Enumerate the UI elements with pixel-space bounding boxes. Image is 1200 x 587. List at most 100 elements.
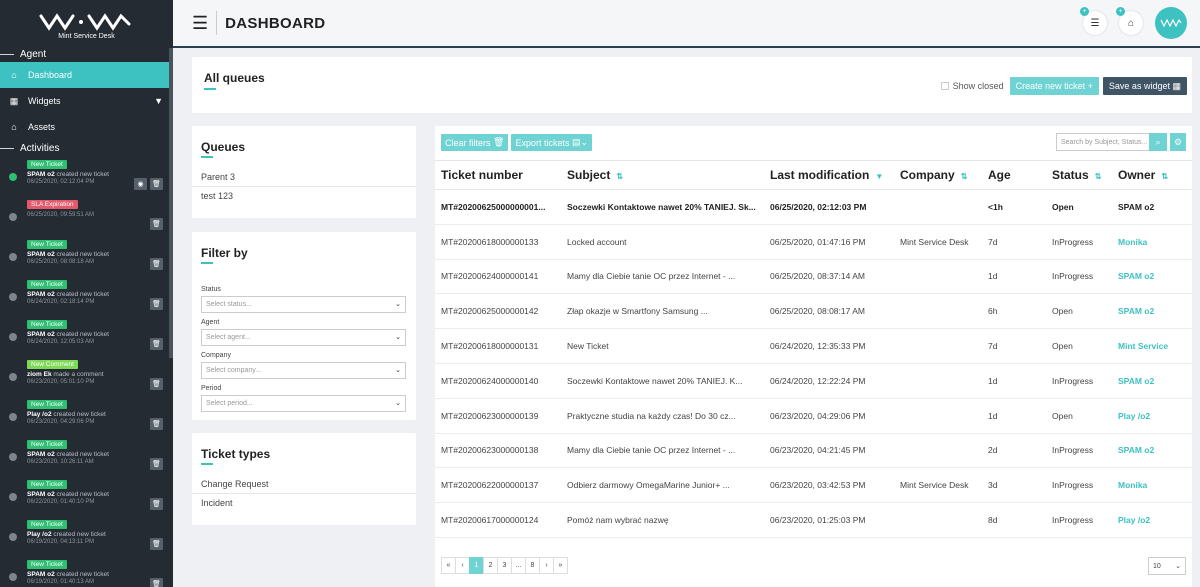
activity-item[interactable]: New Ticket SPAM o2 created new ticket 06/2… [0, 316, 173, 356]
activity-item[interactable]: New Ticket Play /o2 created new ticket 06/… [0, 396, 173, 436]
page-button[interactable]: ... [511, 557, 526, 574]
ticket-number-cell[interactable]: MT#20200625000000001... [435, 189, 561, 225]
table-row[interactable]: MT#20200622000000137 Odbierz darmowy Omeg… [435, 467, 1192, 504]
activity-item[interactable]: New Ticket Play /o2 created new ticket 06/… [0, 516, 173, 556]
trash-icon[interactable]: 🗑 [150, 298, 163, 310]
sidebar-item-assets[interactable]: ⌂ Assets [0, 114, 173, 140]
page-button[interactable]: « [441, 557, 456, 574]
owner-cell[interactable]: Play /o2 [1112, 398, 1192, 434]
col-owner[interactable]: Owner ⇅ [1112, 160, 1192, 190]
trash-icon[interactable]: 🗑 [150, 578, 163, 587]
table-row[interactable]: MT#20200617000000124 Pomóż nam wybrać naz… [435, 502, 1192, 538]
subject-cell[interactable]: Soczewki Kontaktowe nawet 20% TANIEJ. K.… [561, 363, 764, 399]
col-age[interactable]: Age [982, 160, 1046, 190]
subject-cell[interactable]: Pomóż nam wybrać nazwę [561, 502, 764, 538]
owner-cell[interactable]: Play /o2 [1112, 502, 1192, 538]
col-status[interactable]: Status ⇅ [1046, 160, 1112, 190]
page-button[interactable]: › [539, 557, 554, 574]
sidebar-item-widgets[interactable]: ▦ Widgets ▼ [0, 88, 173, 114]
owner-cell[interactable]: SPAM o2 [1112, 363, 1192, 399]
trash-icon[interactable]: 🗑 [150, 338, 163, 350]
col-ticket-number[interactable]: Ticket number [435, 160, 561, 190]
trash-icon[interactable]: 🗑 [150, 538, 163, 550]
subject-cell[interactable]: Praktyczne studia na każdy czas! Do 30 c… [561, 398, 764, 434]
sidebar-item-dashboard[interactable]: ⌂ Dashboard [0, 62, 173, 88]
activity-item[interactable]: New Comment ziom Ek made a comment 06/23/2… [0, 356, 173, 396]
subject-cell[interactable]: Soczewki Kontaktowe nawet 20% TANIEJ. Sk… [561, 189, 764, 225]
ticket-number-cell[interactable]: MT#20200625000000142 [435, 293, 561, 330]
sidebar-scrollbar[interactable] [169, 48, 173, 358]
subject-cell[interactable]: Złap okazje w Smartfony Samsung ... [561, 293, 764, 330]
ticket-number-cell[interactable]: MT#20200618000000131 [435, 328, 561, 364]
ticket-number-cell[interactable]: MT#20200624000000141 [435, 259, 561, 295]
hamburger-menu-icon[interactable]: ☰ [192, 13, 208, 34]
ticket-number-cell[interactable]: MT#20200623000000139 [435, 398, 561, 434]
activity-item[interactable]: New Ticket SPAM o2 created new ticket 06/2… [0, 156, 173, 196]
logo[interactable]: Mint Service Desk [0, 0, 173, 46]
page-size-select[interactable]: 10 ⌄ [1148, 557, 1186, 575]
trash-icon[interactable]: 🗑 [150, 218, 163, 230]
page-button[interactable]: ‹ [455, 557, 470, 574]
ticket-number-cell[interactable]: MT#20200622000000137 [435, 467, 561, 504]
trash-icon[interactable]: 🗑 [150, 378, 163, 390]
col-last-modification[interactable]: Last modification ▼ [764, 160, 894, 190]
owner-cell[interactable]: SPAM o2 [1112, 433, 1192, 469]
show-closed-checkbox[interactable]: Show closed [940, 81, 1004, 91]
create-new-ticket-button[interactable]: Create new ticket + [1009, 77, 1099, 95]
add-asset-button[interactable]: + ⌂ [1116, 7, 1143, 35]
owner-cell[interactable]: Mint Service [1112, 328, 1192, 364]
trash-icon[interactable]: 🗑 [150, 258, 163, 270]
queue-item-test-123[interactable]: test 123 [192, 187, 416, 206]
subject-cell[interactable]: New Ticket [561, 328, 764, 364]
col-company[interactable]: Company ⇅ [894, 160, 982, 190]
trash-icon[interactable]: 🗑 [150, 178, 163, 190]
subject-cell[interactable]: Odbierz darmowy OmegaMarine Junior+ ... [561, 467, 764, 504]
subject-cell[interactable]: Mamy dla Ciebie tanie OC przez Internet … [561, 259, 764, 295]
owner-cell[interactable]: SPAM o2 [1112, 259, 1192, 295]
table-row[interactable]: MT#20200625000000001... Soczewki Kontakto… [435, 189, 1192, 225]
ticket-number-cell[interactable]: MT#20200617000000124 [435, 502, 561, 538]
page-button[interactable]: » [553, 557, 568, 574]
agent-select[interactable]: Select agent... ⌄ [201, 329, 406, 346]
activity-item[interactable]: New Ticket SPAM o2 created new ticket 06/2… [0, 436, 173, 476]
activity-item[interactable]: New Ticket SPAM o2 created new ticket 06/2… [0, 276, 173, 316]
ticket-number-cell[interactable]: MT#20200624000000140 [435, 363, 561, 399]
page-button[interactable]: 1 [469, 557, 484, 574]
owner-cell[interactable]: SPAM o2 [1112, 293, 1192, 330]
owner-cell[interactable]: Monika [1112, 224, 1192, 260]
activity-item[interactable]: New Ticket SPAM o2 created new ticket 06/2… [0, 476, 173, 516]
col-subject[interactable]: Subject ⇅ [561, 160, 764, 190]
table-row[interactable]: MT#20200624000000141 Mamy dla Ciebie tani… [435, 259, 1192, 295]
table-row[interactable]: MT#20200618000000133 Locked account 06/25/… [435, 224, 1192, 260]
activity-item[interactable]: New Ticket SPAM o2 created new ticket 06/2… [0, 236, 173, 276]
period-select[interactable]: Select period... ⌄ [201, 395, 406, 412]
search-input[interactable]: Search by Subject, Status... [1056, 133, 1160, 151]
subject-cell[interactable]: Mamy dla Ciebie tanie OC przez Internet … [561, 433, 764, 469]
queue-item-parent-3[interactable]: Parent 3 [192, 168, 416, 187]
export-tickets-button[interactable]: Export tickets ▤ ⌄ [511, 134, 593, 151]
company-select[interactable]: Select company... ⌄ [201, 362, 406, 379]
clear-filters-button[interactable]: Clear filters 🗑 [441, 134, 509, 151]
add-task-list-button[interactable]: + ☰ [1080, 7, 1107, 35]
trash-icon[interactable]: 🗑 [150, 418, 163, 430]
save-as-widget-button[interactable]: Save as widget ▦ [1102, 77, 1187, 95]
search-button[interactable]: ⌕ [1149, 133, 1167, 151]
ticket-type-change-request[interactable]: Change Request [192, 475, 416, 494]
trash-icon[interactable]: 🗑 [150, 498, 163, 510]
owner-cell[interactable]: Monika [1112, 467, 1192, 504]
ticket-number-cell[interactable]: MT#20200618000000133 [435, 224, 561, 260]
table-row[interactable]: MT#20200624000000140 Soczewki Kontaktowe … [435, 363, 1192, 399]
ticket-type-incident[interactable]: Incident [192, 494, 416, 513]
table-row[interactable]: MT#20200618000000131 New Ticket 06/24/2020… [435, 328, 1192, 364]
subject-cell[interactable]: Locked account [561, 224, 764, 260]
activity-item[interactable]: SLA Expiration 06/25/2020, 09:59:51 AM 🗑 [0, 196, 173, 236]
settings-button[interactable]: ⚙ [1170, 133, 1186, 151]
status-select[interactable]: Select status... ⌄ [201, 296, 406, 313]
table-row[interactable]: MT#20200623000000139 Praktyczne studia na… [435, 398, 1192, 434]
eye-icon[interactable]: ◉ [134, 178, 147, 190]
avatar[interactable] [1155, 7, 1187, 39]
table-row[interactable]: MT#20200623000000138 Mamy dla Ciebie tani… [435, 433, 1192, 469]
owner-cell[interactable]: SPAM o2 [1112, 189, 1192, 225]
page-button[interactable]: 2 [483, 557, 498, 574]
page-button[interactable]: 3 [497, 557, 512, 574]
